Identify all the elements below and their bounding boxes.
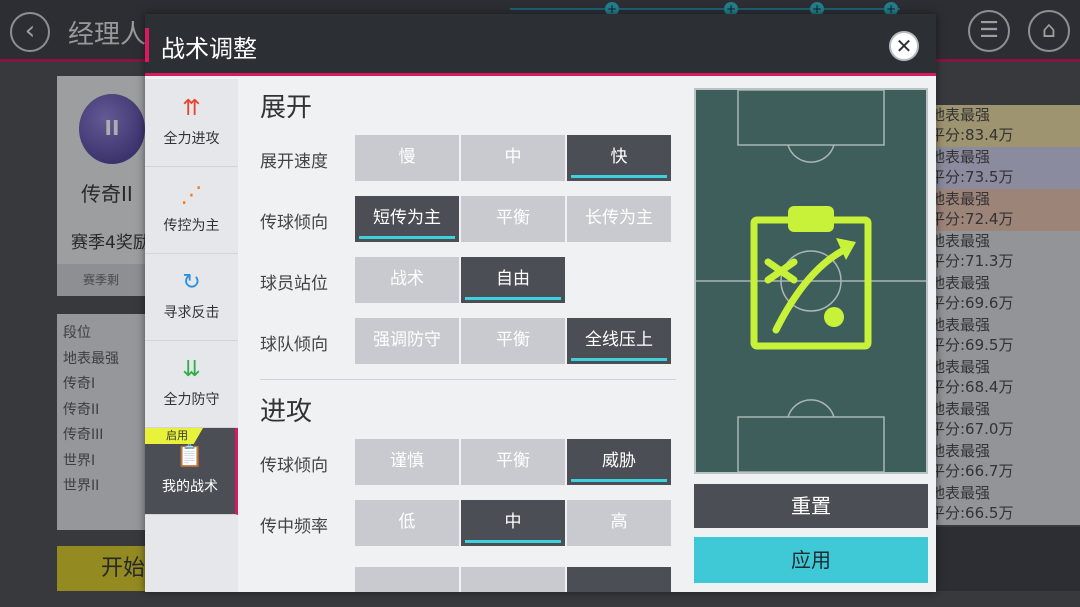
header-accent — [145, 28, 149, 62]
setting-label: 球队倾向 — [260, 335, 328, 355]
tab-counter[interactable]: ↻ 寻求反击 — [145, 254, 238, 341]
tab-attack[interactable]: ⇈ 全力进攻 — [145, 80, 238, 167]
section-divider — [260, 379, 676, 380]
setting-label: 展开速度 — [260, 152, 328, 172]
tab-label: 全力防守 — [163, 392, 220, 408]
modal-header: 战术调整 ✕ — [145, 14, 936, 76]
setting-option[interactable]: 低 — [355, 500, 459, 546]
setting-option[interactable]: 谨慎 — [355, 439, 459, 485]
tab-defense[interactable]: ⇊ 全力防守 — [145, 341, 238, 428]
setting-option[interactable]: 高 — [567, 500, 671, 546]
tactic-board-icon — [750, 206, 872, 350]
setting-option[interactable]: 中 — [461, 500, 565, 546]
setting-option[interactable] — [461, 567, 565, 592]
setting-option[interactable] — [355, 567, 459, 592]
setting-option[interactable] — [567, 567, 671, 592]
tab-label: 全力进攻 — [163, 131, 220, 147]
setting-option[interactable]: 中 — [461, 135, 565, 181]
setting-label: 传球倾向 — [260, 456, 328, 476]
setting-option[interactable]: 慢 — [355, 135, 459, 181]
section-title: 进攻 — [260, 397, 313, 427]
tab-label: 传控为主 — [163, 218, 220, 234]
setting-option[interactable]: 威胁 — [567, 439, 671, 485]
modal-title: 战术调整 — [161, 35, 257, 63]
enabled-badge: 启用 — [145, 428, 203, 444]
setting-option[interactable]: 自由 — [461, 257, 565, 303]
setting-option[interactable]: 快 — [567, 135, 671, 181]
setting-option[interactable]: 全线压上 — [567, 318, 671, 364]
tab-label: 寻求反击 — [163, 305, 220, 321]
tactic-tabs: ⇈ 全力进攻 ⋰ 传控为主 ↻ 寻求反击 ⇊ 全力防守启用 📋 我的战术 — [145, 79, 238, 592]
setting-option[interactable]: 长传为主 — [567, 196, 671, 242]
tab-clipboard[interactable]: 启用 📋 我的战术 — [145, 428, 238, 515]
apply-button[interactable]: 应用 — [694, 537, 928, 583]
section-title: 展开 — [260, 93, 313, 123]
tactics-modal: 战术调整 ✕ ⇈ 全力进攻 ⋰ 传控为主 ↻ 寻求反击 ⇊ 全力防守启用 📋 我的战术 展开展开速… — [145, 14, 936, 592]
setting-label: 传球倾向 — [260, 213, 328, 233]
setting-option[interactable]: 强调防守 — [355, 318, 459, 364]
clipboard-icon: 📋 — [176, 444, 204, 469]
pitch-diagram — [696, 89, 926, 473]
setting-label: 传中频率 — [260, 517, 328, 537]
close-button[interactable]: ✕ — [889, 31, 919, 61]
possession-icon: ⋰ — [180, 183, 203, 208]
attack-icon: ⇈ — [182, 96, 201, 121]
setting-option[interactable]: 短传为主 — [355, 196, 459, 242]
tactic-preview-pitch — [694, 88, 928, 474]
reset-button[interactable]: 重置 — [694, 484, 928, 528]
setting-option[interactable]: 平衡 — [461, 196, 565, 242]
setting-option[interactable]: 平衡 — [461, 439, 565, 485]
tab-possession[interactable]: ⋰ 传控为主 — [145, 167, 238, 254]
tactic-settings: 展开 展开速度慢中快传球倾向 短传为主 平衡 长传为主 球员站位 战术 自由 球队倾向 强调防守平… — [238, 79, 682, 592]
counter-icon: ↻ — [182, 270, 201, 295]
setting-option[interactable]: 战术 — [355, 257, 459, 303]
defense-icon: ⇊ — [182, 357, 201, 382]
setting-option[interactable]: 平衡 — [461, 318, 565, 364]
setting-label: 球员站位 — [260, 274, 328, 294]
tab-label: 我的战术 — [162, 479, 218, 495]
